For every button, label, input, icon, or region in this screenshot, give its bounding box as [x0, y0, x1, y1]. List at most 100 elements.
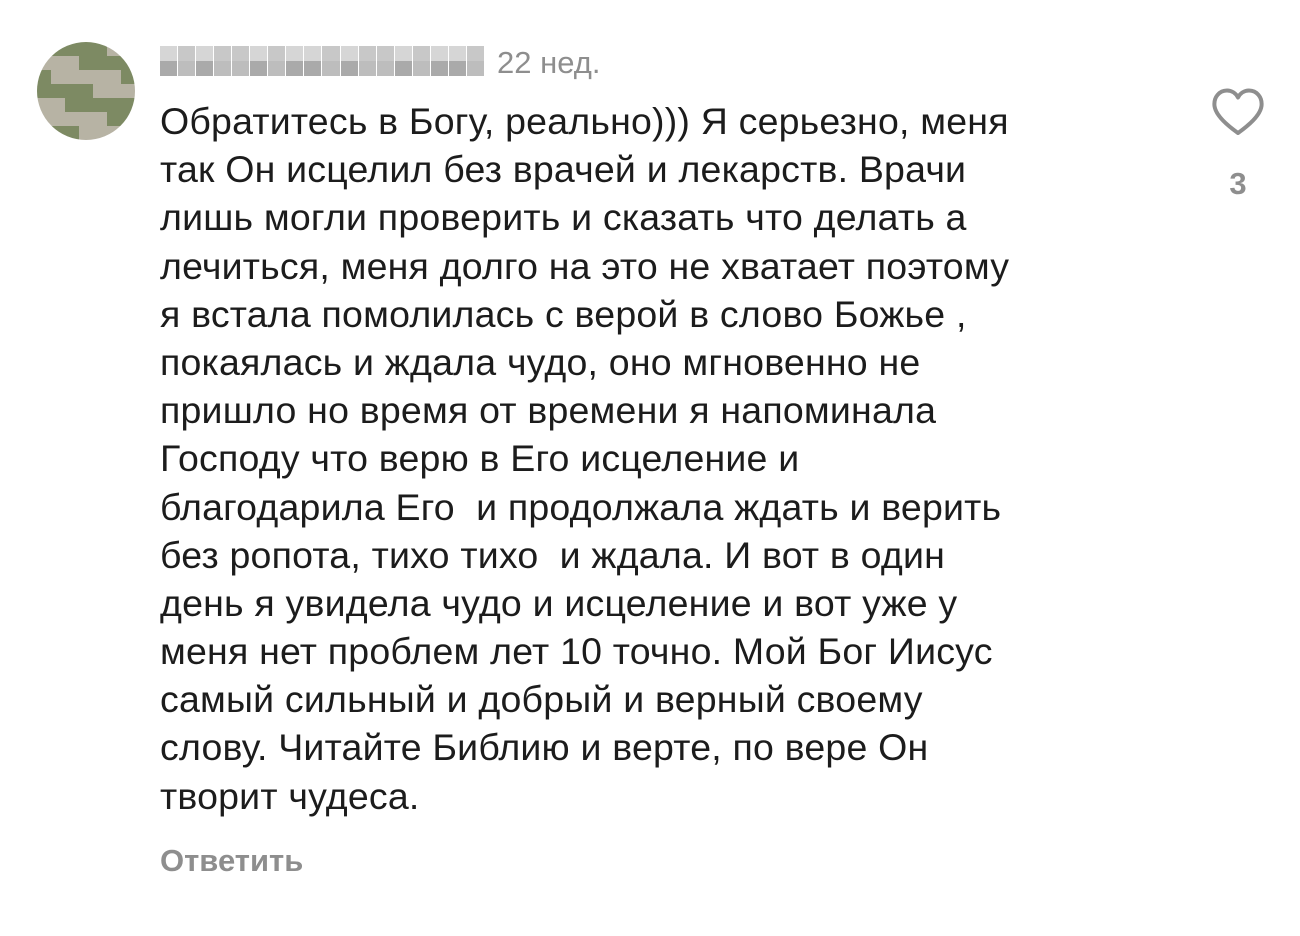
avatar-pixel — [107, 112, 121, 126]
comment-text-line: Обратитесь в Богу, реально))) Я серьезно… — [160, 100, 1009, 142]
avatar-pixel — [107, 70, 121, 84]
reply-button[interactable]: Ответить — [160, 842, 303, 880]
comment-text-line: творит чудеса. — [160, 774, 420, 817]
comment-text-line: самый сильный и добрый и верный своему — [160, 678, 923, 721]
username-pixel — [430, 46, 448, 61]
heart-outline-icon — [1212, 88, 1264, 135]
timestamp: 22 нед. — [497, 45, 601, 80]
username-pixel — [304, 61, 322, 76]
avatar[interactable] — [37, 42, 135, 140]
avatar-pixel — [93, 112, 107, 126]
username-pixel — [358, 46, 376, 61]
avatar-pixel — [107, 42, 121, 56]
comment: 22 нед. Обратитесь в Богу, реально))) Я … — [0, 0, 1300, 936]
comment-text-line: лишь могли проверить и сказать что делат… — [160, 196, 967, 239]
avatar-pixel — [93, 98, 107, 112]
username-pixel — [466, 61, 484, 76]
username-pixel — [322, 61, 340, 76]
avatar-pixel — [65, 126, 79, 140]
username-pixel — [232, 46, 250, 61]
avatar-pixel — [79, 98, 93, 112]
avatar-pixel — [65, 84, 79, 98]
avatar-pixel — [65, 56, 79, 70]
avatar-pixel — [37, 56, 51, 70]
avatar-pixel — [51, 70, 65, 84]
comment-text-line: слову. Читайте Библию и верте, по вере О… — [160, 726, 929, 769]
username-pixel — [214, 46, 232, 61]
like-button[interactable] — [1210, 86, 1266, 138]
avatar-pixel — [93, 56, 107, 70]
comment-text-line: без ропота, тихо тихо и ждала. И вот в о… — [160, 533, 946, 576]
avatar-pixel — [121, 98, 135, 112]
username-pixel — [232, 61, 250, 76]
like-count: 3 — [1229, 166, 1247, 201]
avatar-pixel — [51, 98, 65, 112]
username-pixel — [466, 46, 484, 61]
avatar-pixel — [51, 42, 65, 56]
username-pixel — [448, 46, 466, 61]
username-pixel — [376, 61, 394, 76]
avatar-pixel — [51, 126, 65, 140]
username-pixel — [214, 61, 232, 76]
avatar-pixel — [79, 112, 93, 126]
username-pixel — [376, 46, 394, 61]
username-pixel — [160, 61, 178, 76]
username-pixel — [196, 61, 214, 76]
avatar-pixel — [65, 42, 79, 56]
avatar-pixel — [79, 70, 93, 84]
avatar-pixel — [37, 84, 51, 98]
avatar-pixel — [65, 112, 79, 126]
comment-text-line: так Он исцелил без врачей и лекарств. Вр… — [160, 148, 967, 191]
avatar-pixel — [79, 84, 93, 98]
username-pixel — [304, 46, 322, 61]
username[interactable] — [160, 46, 484, 76]
username-pixel — [412, 46, 430, 61]
avatar-pixel — [93, 84, 107, 98]
username-pixel — [178, 46, 196, 61]
username-pixel — [340, 61, 358, 76]
username-pixel — [430, 61, 448, 76]
avatar-pixel — [65, 98, 79, 112]
comment-text-line: день я увидела чудо и исцеление и вот уж… — [160, 581, 958, 624]
username-pixel — [448, 61, 466, 76]
avatar-pixel — [93, 70, 107, 84]
avatar-pixel — [37, 98, 51, 112]
avatar-pixel — [107, 126, 121, 140]
avatar-pixel — [37, 112, 51, 126]
avatar-pixel — [121, 84, 135, 98]
avatar-pixel — [51, 112, 65, 126]
avatar-pixel — [121, 42, 135, 56]
avatar-pixel — [79, 56, 93, 70]
avatar-pixel — [51, 84, 65, 98]
comment-text-line: лечиться, меня долго на это не хватает п… — [160, 244, 1010, 287]
avatar-pixel — [93, 126, 107, 140]
username-pixel — [394, 61, 412, 76]
username-pixel — [286, 46, 304, 61]
username-pixel — [358, 61, 376, 76]
avatar-pixel — [93, 42, 107, 56]
avatar-pixel — [37, 42, 51, 56]
avatar-pixel — [51, 56, 65, 70]
username-pixel — [250, 61, 268, 76]
comment-text-line: благодарила Его и продолжала ждать и вер… — [160, 485, 1002, 528]
avatar-pixel — [121, 70, 135, 84]
avatar-pixel — [121, 112, 135, 126]
comment-text-line: пришло но время от времени я напоминала — [160, 389, 937, 432]
username-pixel — [268, 61, 286, 76]
avatar-pixel — [107, 98, 121, 112]
comment-text-line: меня нет проблем лет 10 точно. Мой Бог И… — [160, 630, 993, 673]
username-pixel — [268, 46, 286, 61]
avatar-pixel — [37, 126, 51, 140]
avatar-pixel — [37, 70, 51, 84]
comment-text: Обратитесь в Богу, реально))) Я серьезно… — [160, 97, 1170, 820]
username-pixel — [394, 46, 412, 61]
avatar-pixel — [79, 42, 93, 56]
comment-text-line: покаялась и ждала чудо, оно мгновенно не — [160, 340, 921, 383]
avatar-pixel — [107, 84, 121, 98]
username-pixel — [322, 46, 340, 61]
comment-text-line: я встала помолилась с верой в слово Божь… — [160, 292, 967, 335]
avatar-pixel — [79, 126, 93, 140]
avatar-pixel — [65, 70, 79, 84]
username-pixel — [340, 46, 358, 61]
username-pixel — [160, 46, 178, 61]
